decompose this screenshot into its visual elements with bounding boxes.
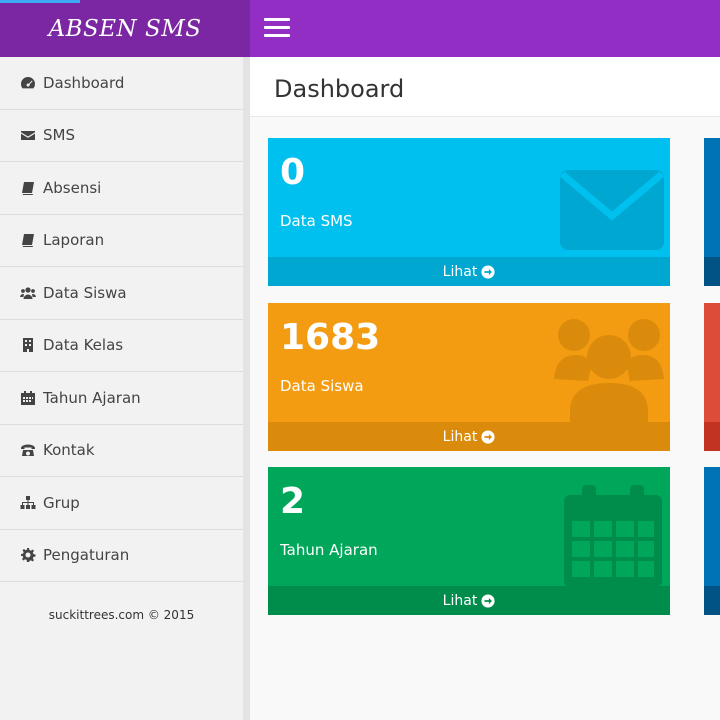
sidebar-item-grup[interactable]: Grup (0, 477, 243, 530)
sidebar-item-label: Grup (43, 493, 80, 512)
sidebar-item-data-kelas[interactable]: Data Kelas (0, 320, 243, 372)
app-brand[interactable]: ABSEN SMS (0, 0, 250, 57)
phone-icon (21, 444, 35, 457)
sidebar-item-label: SMS (43, 126, 75, 145)
stat-card-partial (704, 138, 720, 286)
sidebar-item-dashboard[interactable]: Dashboard (0, 57, 243, 110)
view-siswa-link[interactable]: Lihat (268, 422, 670, 451)
dashboard-icon (21, 76, 35, 89)
building-icon (23, 338, 33, 353)
footer-credit: suckittrees.com © 2015 (48, 608, 195, 622)
sidebar-item-label: Tahun Ajaran (43, 388, 141, 407)
stat-label: Data Siswa (280, 377, 364, 395)
sidebar-item-label: Data Siswa (43, 283, 127, 302)
sidebar: Dashboard SMS Absensi Laporan Data Siswa… (0, 57, 250, 720)
sidebar-item-kontak[interactable]: Kontak (0, 425, 243, 477)
card-footer[interactable] (704, 586, 720, 615)
link-label: Lihat (442, 592, 478, 609)
sidebar-item-label: Pengaturan (43, 546, 130, 565)
link-label: Lihat (442, 428, 478, 445)
card-footer[interactable] (704, 257, 720, 286)
envelope-icon (559, 170, 665, 250)
sidebar-item-label: Laporan (43, 231, 105, 250)
sidebar-item-data-siswa[interactable]: Data Siswa (0, 267, 243, 320)
arrow-circle-right-icon (481, 593, 495, 608)
sidebar-item-laporan[interactable]: Laporan (0, 215, 243, 267)
brand-accent-bar (0, 0, 80, 3)
page-title: Dashboard (274, 75, 405, 103)
stat-value: 0 (280, 152, 306, 193)
stat-card-tahun-ajaran: 2 Tahun Ajaran Lihat (268, 467, 670, 615)
menu-toggle-icon[interactable] (264, 18, 290, 38)
sidebar-item-label: Absensi (43, 178, 102, 197)
stat-card-sms: 0 Data SMS Lihat (268, 138, 670, 286)
sidebar-item-pengaturan[interactable]: Pengaturan (0, 530, 243, 582)
calendar-icon (21, 390, 35, 405)
link-label: Lihat (442, 263, 478, 280)
arrow-circle-right-icon (481, 429, 495, 444)
book-icon (22, 234, 34, 248)
sidebar-item-label: Data Kelas (43, 336, 124, 355)
stat-label: Tahun Ajaran (280, 541, 378, 559)
sitemap-icon (20, 495, 36, 509)
sidebar-item-label: Dashboard (43, 73, 125, 92)
stat-label: Data SMS (280, 212, 353, 230)
users-icon (554, 319, 664, 425)
arrow-circle-right-icon (481, 264, 495, 279)
users-icon (20, 287, 36, 299)
view-tahun-ajaran-link[interactable]: Lihat (268, 586, 670, 615)
stat-card-partial (704, 303, 720, 451)
sidebar-item-absensi[interactable]: Absensi (0, 162, 243, 215)
sidebar-item-tahun-ajaran[interactable]: Tahun Ajaran (0, 372, 243, 425)
content-header: Dashboard (250, 57, 720, 117)
app-title: ABSEN SMS (48, 15, 202, 42)
sidebar-item-label: Kontak (43, 441, 95, 460)
card-footer[interactable] (704, 422, 720, 451)
stat-value: 2 (280, 481, 306, 522)
envelope-icon (21, 131, 35, 141)
stat-card-siswa: 1683 Data Siswa Lihat (268, 303, 670, 451)
calendar-icon (564, 485, 662, 587)
stat-card-partial (704, 467, 720, 615)
stat-value: 1683 (280, 317, 381, 358)
top-navbar (250, 0, 720, 57)
book-icon (22, 181, 34, 195)
gear-icon (21, 548, 36, 563)
sidebar-item-sms[interactable]: SMS (0, 110, 243, 162)
view-sms-link[interactable]: Lihat (268, 257, 670, 286)
